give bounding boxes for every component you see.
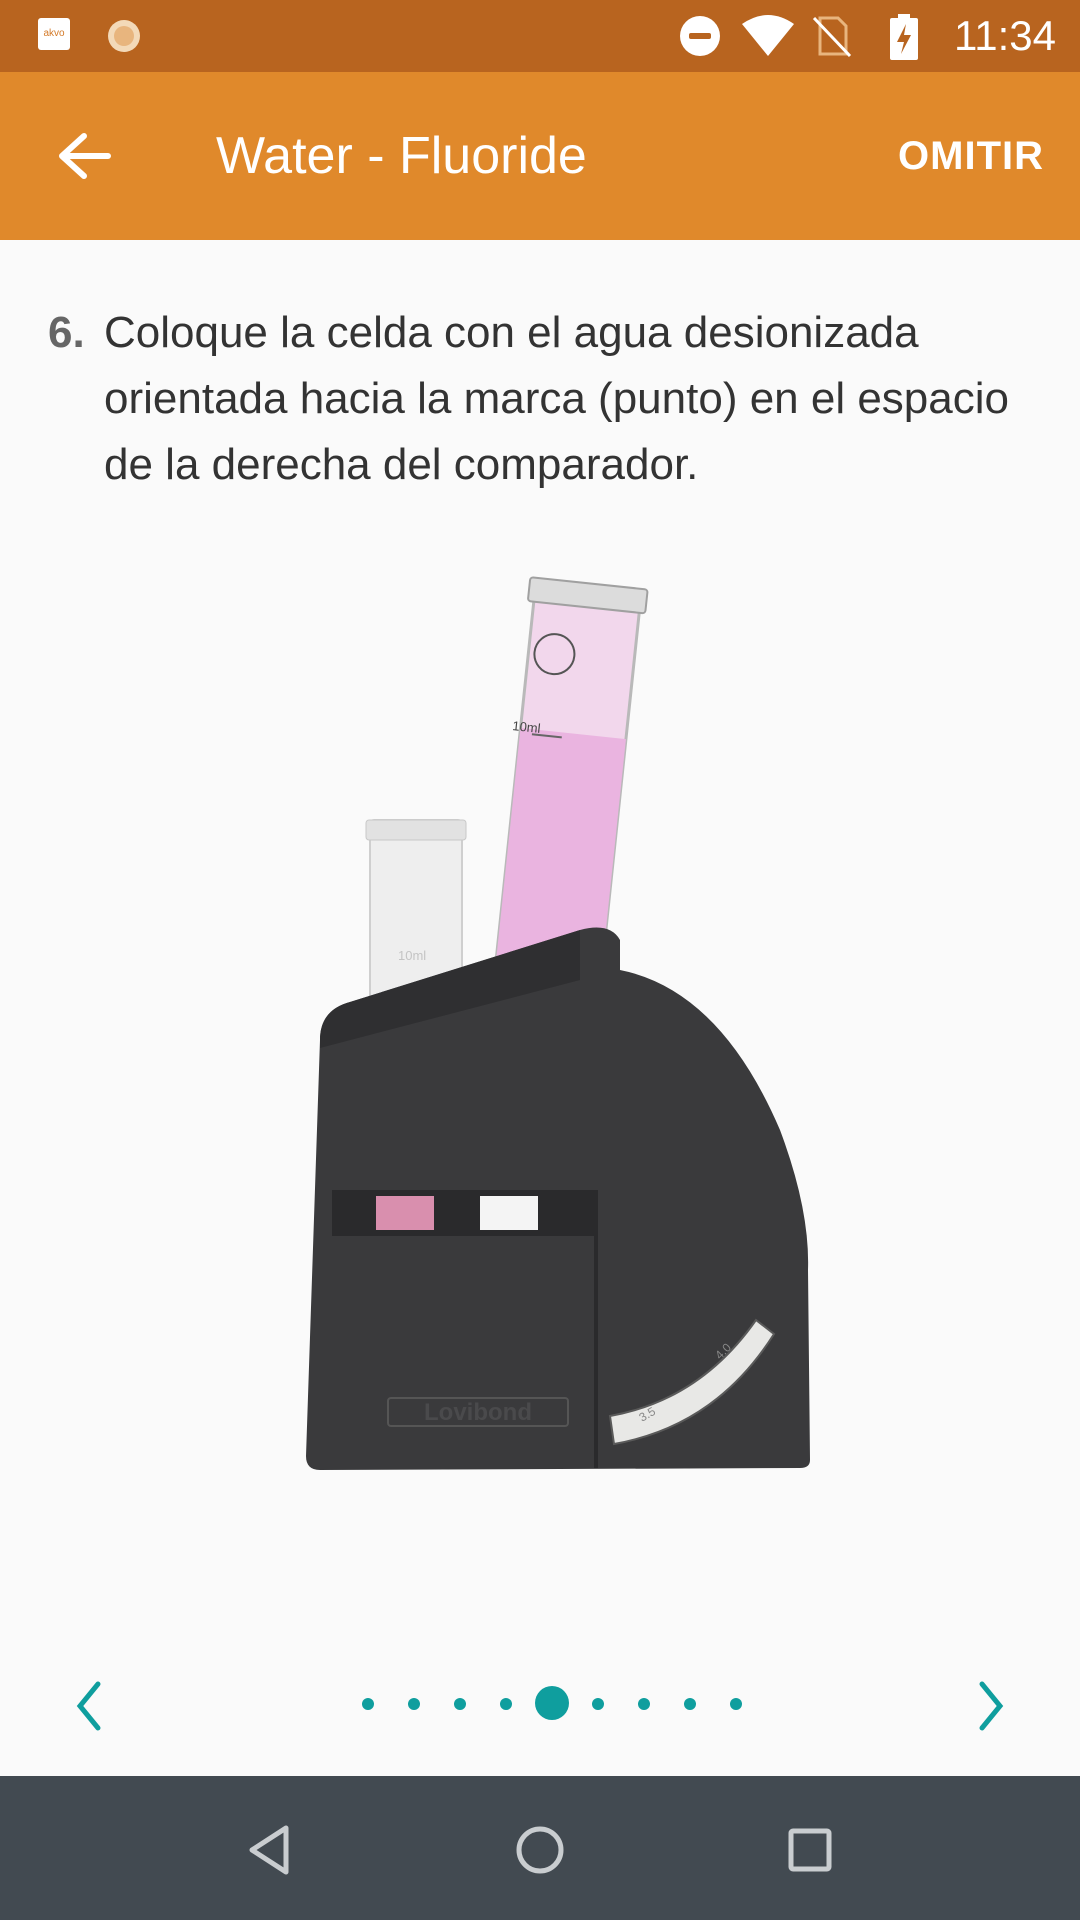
page-dot — [592, 1698, 604, 1710]
recents-square-icon[interactable] — [780, 1820, 840, 1880]
status-bar: akvo 11:34 — [0, 0, 1080, 72]
do-not-disturb-icon — [680, 16, 720, 56]
comparator-illustration: Lovibond 10ml 10ml 3.5 4.0 — [306, 576, 810, 1470]
wifi-icon — [742, 15, 794, 56]
system-nav-bar — [0, 1776, 1080, 1920]
page-dot — [454, 1698, 466, 1710]
brand-label: Lovibond — [424, 1399, 532, 1426]
step-number: 6. — [48, 308, 85, 357]
back-triangle-icon[interactable] — [240, 1820, 300, 1880]
step-text: Coloque la celda con el agua desionizada… — [104, 308, 1009, 489]
back-arrow-icon[interactable] — [48, 124, 120, 188]
no-sim-icon — [812, 16, 852, 58]
pink-tube-volume-label: 10ml — [512, 718, 542, 736]
skip-button[interactable]: OMITIR — [898, 130, 1044, 182]
page-dot — [684, 1698, 696, 1710]
akvo-app-icon: akvo — [38, 18, 70, 50]
page-dot — [408, 1698, 420, 1710]
battery-charging-icon — [890, 14, 918, 60]
app-bar: Water - Fluoride OMITIR — [0, 72, 1080, 240]
chevron-right-icon[interactable] — [968, 1678, 1014, 1734]
page-dot — [638, 1698, 650, 1710]
sun-icon — [108, 20, 140, 52]
page-dot — [500, 1698, 512, 1710]
white-tube-volume-label: 10ml — [398, 948, 426, 963]
page-dot-active — [535, 1686, 569, 1720]
comparator-body — [306, 927, 810, 1470]
akvo-icon-label: akvo — [43, 28, 65, 39]
page-dot — [362, 1698, 374, 1710]
home-circle-icon[interactable] — [510, 1820, 570, 1880]
page-dot — [730, 1698, 742, 1710]
clock: 11:34 — [954, 12, 1056, 59]
page-indicator — [0, 1682, 1080, 1726]
app-title: Water - Fluoride — [216, 127, 587, 185]
